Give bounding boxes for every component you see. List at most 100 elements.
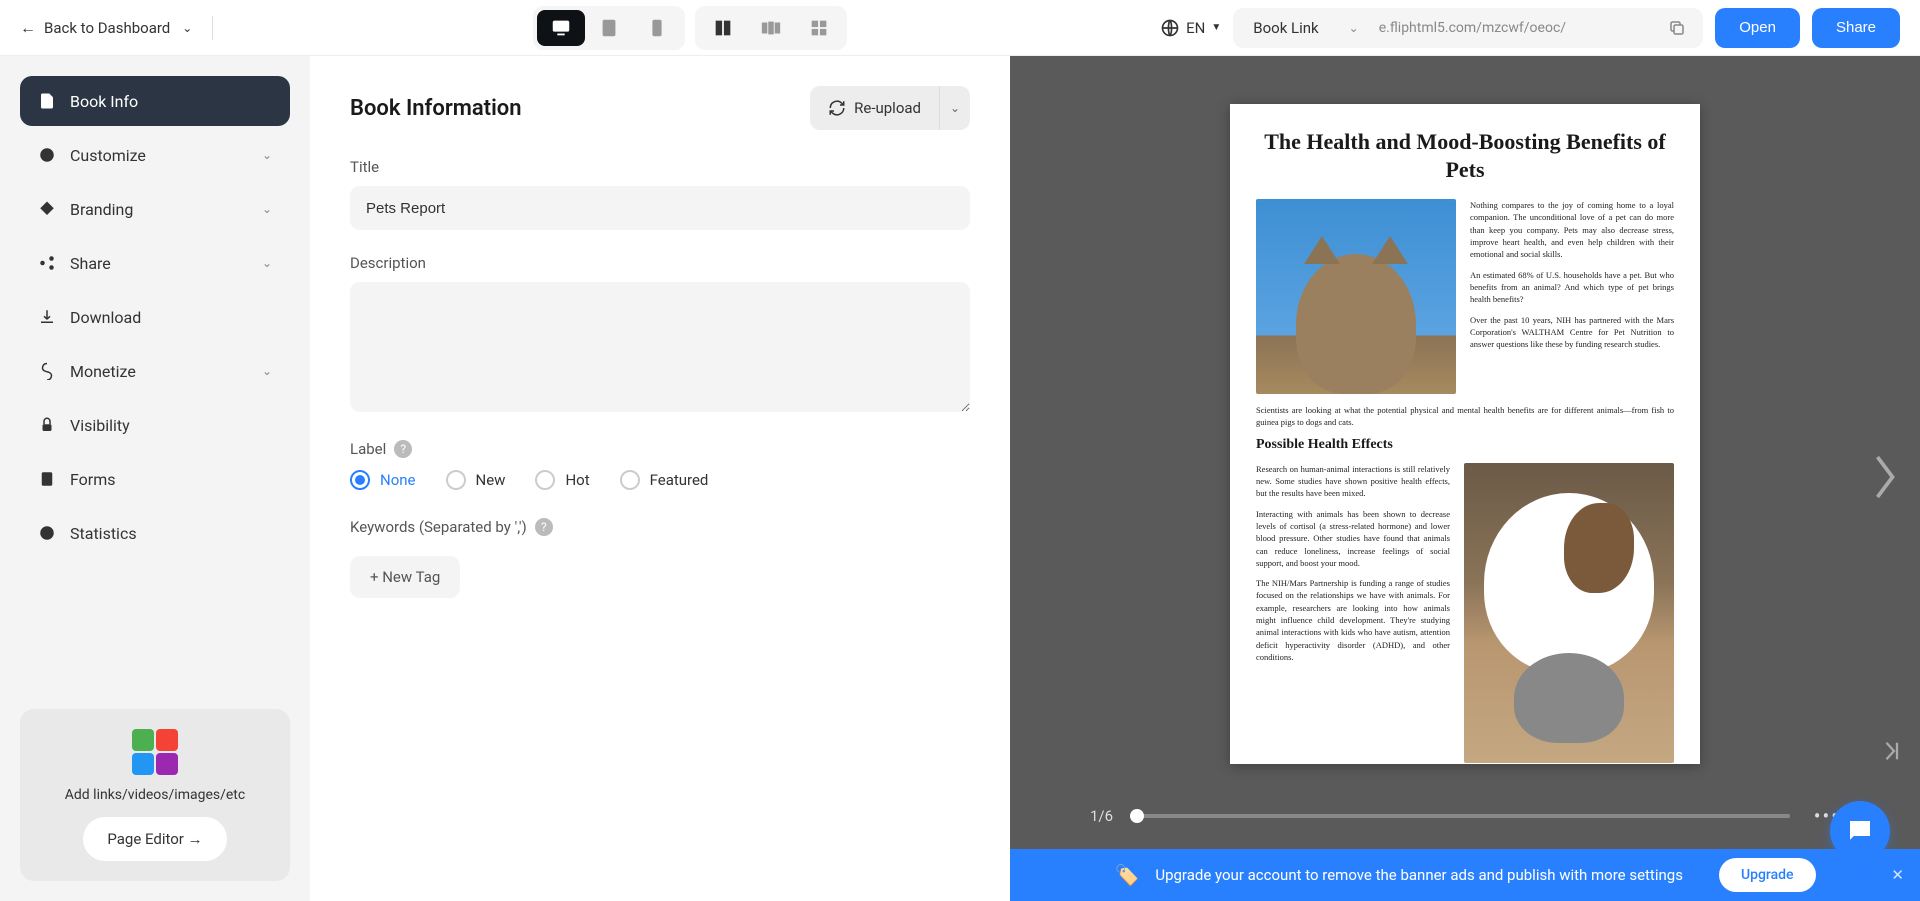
editor-btn-label: Page Editor → xyxy=(107,830,202,848)
close-banner-button[interactable]: ✕ xyxy=(1891,866,1904,884)
progress-slider[interactable] xyxy=(1137,814,1790,818)
sidebar-item-customize[interactable]: Customize ⌄ xyxy=(20,130,290,180)
sidebar-item-visibility[interactable]: Visibility xyxy=(20,400,290,450)
radio-hot[interactable]: Hot xyxy=(535,470,589,490)
title-input[interactable] xyxy=(350,186,970,230)
radio-icon xyxy=(446,470,466,490)
chevron-down-icon: ⌄ xyxy=(262,256,272,270)
content-panel: Book Information Re-upload ⌄ Title Descr… xyxy=(310,56,1010,901)
sidebar-item-download[interactable]: Download xyxy=(20,292,290,342)
device-tablet[interactable] xyxy=(585,10,633,46)
layout-grid[interactable] xyxy=(795,10,843,46)
chevron-down-icon: ⌄ xyxy=(182,21,192,35)
tag-icon xyxy=(38,200,56,218)
radio-icon xyxy=(350,470,370,490)
sidebar-item-label: Customize xyxy=(70,146,146,165)
tablet-icon xyxy=(598,17,620,39)
reupload-button[interactable]: Re-upload xyxy=(810,86,940,130)
sidebar-item-label: Forms xyxy=(70,470,116,489)
lang-label: EN xyxy=(1186,19,1205,37)
language-selector[interactable]: EN ▼ xyxy=(1160,18,1221,38)
editor-icons xyxy=(132,729,178,775)
doc-title: The Health and Mood-Boosting Benefits of… xyxy=(1256,128,1674,183)
radio-icon xyxy=(535,470,555,490)
label-label: Label ? xyxy=(350,440,970,458)
new-tag-button[interactable]: + New Tag xyxy=(350,556,460,598)
upgrade-banner: 🏷️ Upgrade your account to remove the ba… xyxy=(1010,849,1920,901)
sidebar-item-label: Statistics xyxy=(70,524,137,543)
device-desktop[interactable] xyxy=(537,10,585,46)
last-page-button[interactable] xyxy=(1882,739,1900,767)
keywords-label: Keywords (Separated by ',') ? xyxy=(350,518,970,536)
back-to-dashboard[interactable]: ← Back to Dashboard ⌄ xyxy=(20,18,192,38)
link-url: e.fliphtml5.com/mzcwf/oeoc/ xyxy=(1379,20,1662,36)
reupload-label: Re-upload xyxy=(854,99,921,117)
doc-text-block: Scientists are looking at what the poten… xyxy=(1256,404,1674,429)
preview-page[interactable]: The Health and Mood-Boosting Benefits of… xyxy=(1230,104,1700,764)
title-label: Title xyxy=(350,158,970,176)
money-icon xyxy=(38,362,56,380)
help-icon[interactable]: ? xyxy=(394,440,412,458)
form-icon xyxy=(38,470,56,488)
lock-icon xyxy=(38,416,56,434)
chat-support-button[interactable] xyxy=(1830,801,1890,861)
description-input[interactable] xyxy=(350,282,970,412)
spread-icon xyxy=(760,17,782,39)
copy-icon xyxy=(1668,19,1686,37)
skip-end-icon xyxy=(1882,739,1900,763)
open-button[interactable]: Open xyxy=(1715,8,1800,48)
banner-text: Upgrade your account to remove the banne… xyxy=(1155,866,1683,884)
sidebar-item-monetize[interactable]: Monetize ⌄ xyxy=(20,346,290,396)
layout-single[interactable] xyxy=(699,10,747,46)
device-selector xyxy=(533,6,685,50)
sidebar-item-branding[interactable]: Branding ⌄ xyxy=(20,184,290,234)
reupload-group: Re-upload ⌄ xyxy=(810,86,970,130)
sidebar-item-label: Book Info xyxy=(70,92,138,111)
reupload-dropdown[interactable]: ⌄ xyxy=(940,86,970,130)
page-editor-button[interactable]: Page Editor → xyxy=(83,817,226,861)
download-icon xyxy=(38,308,56,326)
radio-new[interactable]: New xyxy=(446,470,506,490)
upgrade-button[interactable]: Upgrade xyxy=(1719,858,1816,892)
chevron-down-icon: ⌄ xyxy=(262,148,272,162)
sidebar: Book Info Customize ⌄ Branding ⌄ Share ⌄… xyxy=(0,56,310,901)
device-mobile[interactable] xyxy=(633,10,681,46)
layout-spread[interactable] xyxy=(747,10,795,46)
chevron-down-icon: ▼ xyxy=(1211,22,1221,33)
tag-icon: 🏷️ xyxy=(1114,863,1139,887)
chevron-down-icon[interactable]: ⌄ xyxy=(1349,21,1359,35)
chat-icon xyxy=(1845,816,1875,846)
mobile-icon xyxy=(646,17,668,39)
single-page-icon xyxy=(712,17,734,39)
sidebar-item-forms[interactable]: Forms xyxy=(20,454,290,504)
sidebar-item-book-info[interactable]: Book Info xyxy=(20,76,290,126)
page-editor-promo: Add links/videos/images/etc Page Editor … xyxy=(20,709,290,881)
preview-controls: 1/6 ••• xyxy=(1010,804,1920,828)
doc-image-dog xyxy=(1464,463,1674,763)
radio-label: Hot xyxy=(565,471,589,489)
link-label: Book Link xyxy=(1253,19,1318,37)
next-page-button[interactable] xyxy=(1870,452,1900,506)
sidebar-item-share[interactable]: Share ⌄ xyxy=(20,238,290,288)
globe-icon xyxy=(1160,18,1180,38)
chevron-down-icon: ⌄ xyxy=(262,364,272,378)
share-button[interactable]: Share xyxy=(1812,8,1900,48)
doc-text-block: Nothing compares to the joy of coming ho… xyxy=(1470,199,1674,394)
desktop-icon xyxy=(550,17,572,39)
sidebar-item-statistics[interactable]: Statistics xyxy=(20,508,290,558)
doc-subtitle: Possible Health Effects xyxy=(1256,437,1674,453)
sidebar-item-label: Monetize xyxy=(70,362,136,381)
radio-label: Featured xyxy=(650,471,709,489)
section-title: Book Information xyxy=(350,96,522,121)
copy-link-button[interactable] xyxy=(1661,12,1693,44)
help-icon[interactable]: ? xyxy=(535,518,553,536)
radio-none[interactable]: None xyxy=(350,470,416,490)
sidebar-item-label: Share xyxy=(70,254,111,273)
radio-icon xyxy=(620,470,640,490)
label-radio-group: None New Hot Featured xyxy=(350,470,970,490)
radio-featured[interactable]: Featured xyxy=(620,470,709,490)
progress-handle[interactable] xyxy=(1130,809,1144,823)
editor-promo-text: Add links/videos/images/etc xyxy=(40,787,270,803)
grid-icon xyxy=(808,17,830,39)
arrow-left-icon: ← xyxy=(20,18,36,38)
